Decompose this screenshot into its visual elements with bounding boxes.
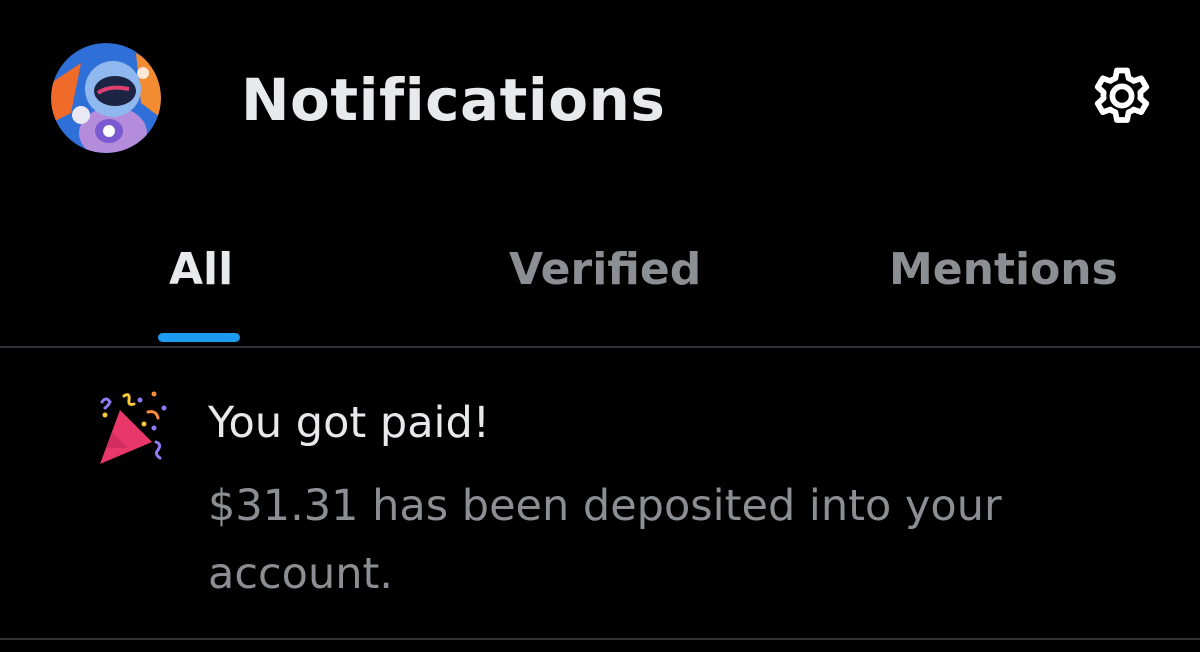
astronaut-avatar-icon bbox=[51, 43, 161, 153]
party-popper-icon bbox=[94, 388, 174, 468]
active-tab-indicator bbox=[158, 333, 240, 342]
notification-item[interactable]: You got paid! $31.31 has been deposited … bbox=[0, 348, 1200, 640]
notification-title: You got paid! bbox=[208, 398, 491, 448]
profile-avatar[interactable] bbox=[51, 43, 161, 153]
top-bar: Notifications bbox=[0, 0, 1200, 200]
tab-bar: All Verified Mentions bbox=[0, 220, 1200, 348]
tab-verified[interactable]: Verified bbox=[509, 240, 701, 300]
gear-icon bbox=[1094, 67, 1150, 123]
notification-body: $31.31 has been deposited into your acco… bbox=[208, 481, 1002, 599]
tab-all[interactable]: All bbox=[169, 240, 233, 300]
page-title: Notifications bbox=[241, 66, 666, 134]
tab-mentions[interactable]: Mentions bbox=[889, 240, 1118, 300]
settings-button[interactable] bbox=[1080, 57, 1164, 141]
